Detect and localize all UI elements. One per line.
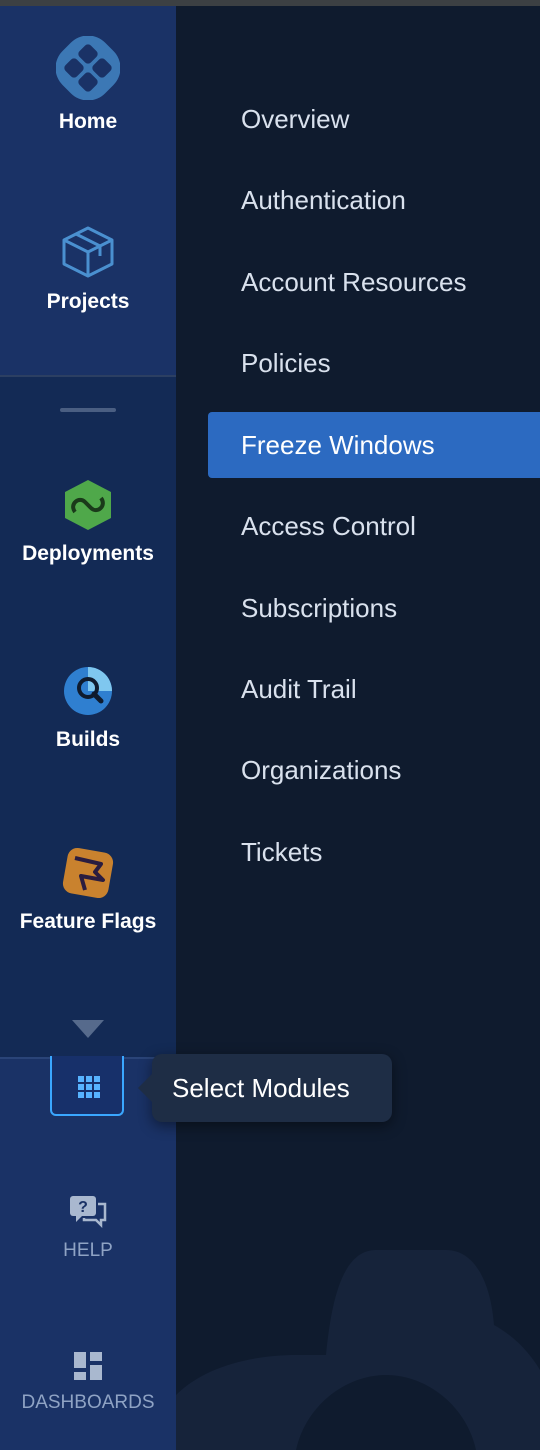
dashboards-icon	[74, 1352, 102, 1380]
nav-dashboards[interactable]: DASHBOARDS	[0, 1350, 176, 1414]
gear-watermark-icon	[176, 1250, 540, 1450]
tooltip-text: Select Modules	[172, 1073, 350, 1103]
select-modules-button[interactable]	[50, 1056, 124, 1116]
select-modules-tooltip: Select Modules	[138, 1054, 392, 1122]
nav-projects-label: Projects	[46, 290, 130, 313]
nav-module-label: Builds	[55, 728, 121, 751]
grid-icon	[78, 1076, 100, 1098]
menu-item-policies[interactable]: Policies	[208, 330, 540, 396]
menu-item-access-control[interactable]: Access Control	[208, 493, 540, 559]
deployments-icon	[65, 480, 111, 530]
feature-flags-icon	[62, 847, 114, 899]
menu-item-freeze-windows[interactable]: Freeze Windows	[208, 412, 540, 478]
nav-module-builds[interactable]: Builds	[0, 664, 176, 752]
nav-module-feature-flags[interactable]: Feature Flags	[0, 846, 176, 934]
help-icon: ?	[70, 1196, 107, 1229]
svg-text:?: ?	[78, 1199, 88, 1216]
nav-module-label: Deployments	[22, 542, 154, 565]
chevron-down-icon[interactable]	[72, 1020, 104, 1038]
home-icon	[56, 36, 120, 100]
nav-help[interactable]: ? HELP	[0, 1194, 176, 1262]
menu-item-authentication[interactable]: Authentication	[208, 167, 540, 233]
menu-item-overview[interactable]: Overview	[208, 86, 540, 152]
nav-module-deployments[interactable]: Deployments	[0, 478, 176, 566]
menu-item-subscriptions[interactable]: Subscriptions	[208, 575, 540, 641]
cube-icon	[62, 226, 114, 278]
builds-icon	[64, 667, 112, 715]
nav-home[interactable]: Home	[0, 36, 176, 134]
drag-handle[interactable]	[60, 408, 116, 412]
nav-projects[interactable]: Projects	[0, 224, 176, 314]
menu-item-account-resources[interactable]: Account Resources	[208, 249, 540, 315]
menu-item-tickets[interactable]: Tickets	[208, 819, 540, 885]
menu-item-organizations[interactable]: Organizations	[208, 737, 540, 803]
account-settings-menu: Overview Authentication Account Resource…	[176, 6, 540, 1450]
nav-help-label: HELP	[63, 1240, 113, 1261]
menu-item-audit-trail[interactable]: Audit Trail	[208, 656, 540, 722]
nav-module-label: Feature Flags	[19, 910, 157, 933]
nav-dashboards-label: DASHBOARDS	[21, 1392, 155, 1413]
left-nav: Home Projects Deployments Builds Feature…	[0, 6, 176, 1450]
nav-home-label: Home	[58, 110, 118, 133]
